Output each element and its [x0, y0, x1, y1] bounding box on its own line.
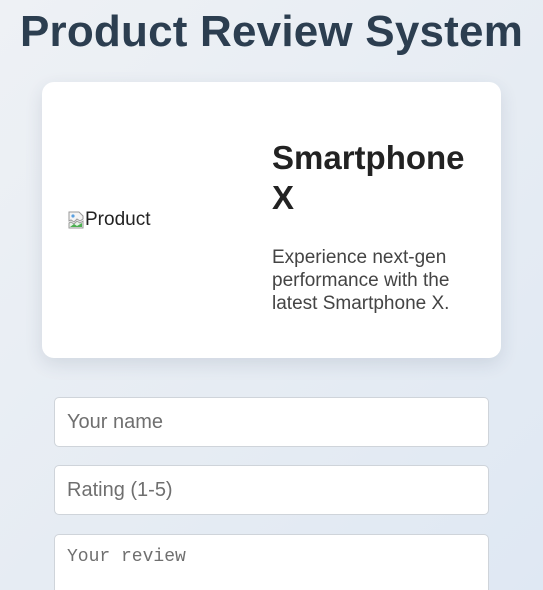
name-input[interactable]: [54, 397, 489, 447]
product-description: Experience next-gen performance with the…: [272, 247, 450, 314]
page-title: Product Review System: [19, 7, 524, 56]
product-image: Product: [68, 209, 150, 231]
product-card: Product Smartphone X Experience next-gen…: [42, 82, 501, 358]
product-name: Smartphone X: [272, 139, 465, 216]
rating-input[interactable]: [54, 465, 489, 515]
review-textarea[interactable]: [54, 534, 489, 590]
product-image-alt-text: Product: [85, 209, 151, 230]
broken-image-icon: [68, 211, 84, 229]
